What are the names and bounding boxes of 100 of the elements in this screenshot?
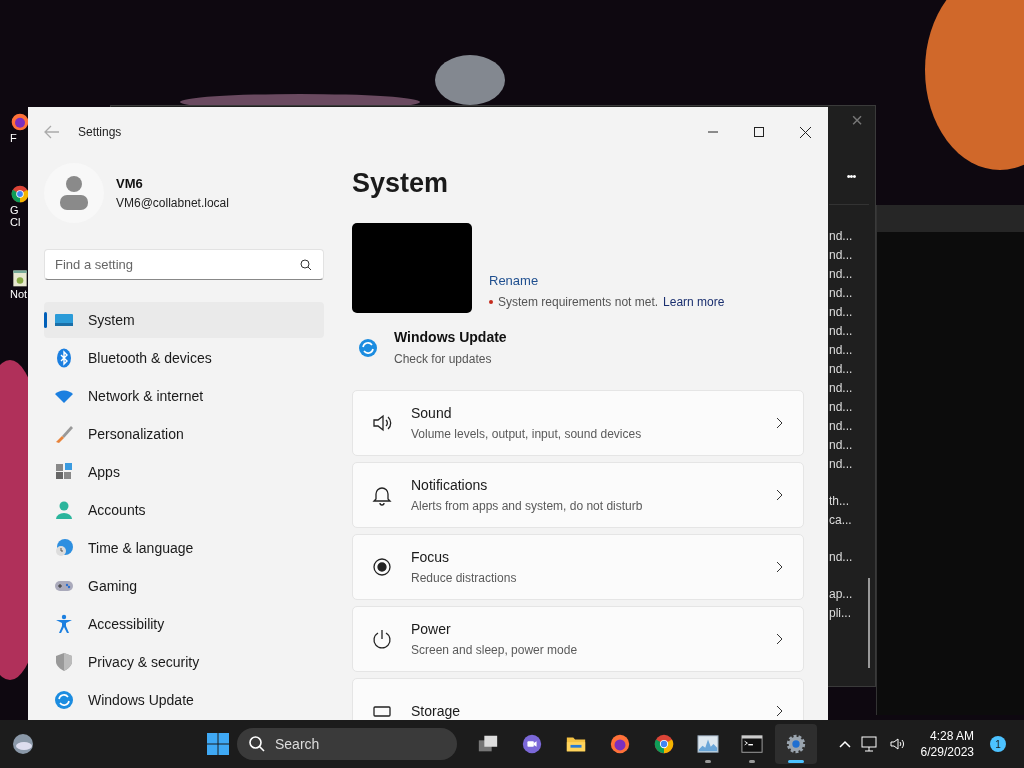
close-icon — [799, 126, 811, 138]
list-item-text: pli... — [829, 605, 852, 622]
list-item-text: nd... — [829, 228, 854, 245]
taskbar-search[interactable]: Search — [237, 728, 457, 760]
apps-grid-icon — [54, 462, 74, 482]
list-item-text: nd... — [829, 549, 854, 566]
bell-icon — [371, 484, 393, 506]
nav-item[interactable]: Time & language — [44, 530, 324, 566]
glass-bubble — [435, 55, 505, 105]
card-subtitle: Screen and sleep, power mode — [411, 642, 579, 659]
person-icon — [54, 500, 74, 520]
nav-item[interactable]: Privacy & security — [44, 644, 324, 680]
list-item-text: nd... — [829, 380, 854, 397]
settings-card[interactable]: Focus Reduce distractions — [352, 534, 804, 600]
list-item-text: nd... — [829, 342, 854, 359]
refresh-icon — [54, 690, 74, 710]
refresh-icon — [358, 337, 378, 358]
rename-link[interactable]: Rename — [489, 270, 725, 290]
firefox-icon — [609, 733, 631, 755]
globe-clock-icon — [54, 538, 74, 558]
bluetooth-icon — [54, 348, 74, 368]
user-name: VM6 — [116, 175, 144, 194]
requirement-text: System requirements not met. — [498, 294, 659, 311]
card-subtitle: Reduce distractions — [411, 570, 518, 587]
notification-badge[interactable]: 1 — [990, 736, 1006, 752]
card-subtitle: Alerts from apps and system, do not disturb — [411, 498, 644, 515]
cloud-icon[interactable] — [11, 732, 35, 756]
speaker-icon — [371, 412, 393, 434]
list-item-text: nd... — [829, 418, 854, 435]
accessibility-icon — [54, 614, 74, 634]
close-button[interactable]: × — [845, 108, 869, 132]
windows-logo-icon — [207, 733, 229, 755]
chart-window-icon — [697, 733, 719, 755]
power-icon — [371, 628, 393, 650]
list-item-text: ap... — [829, 586, 854, 603]
settings-card[interactable]: Notifications Alerts from apps and system, do not disturb — [352, 462, 804, 528]
focus-icon — [371, 556, 393, 578]
list-item-text: nd... — [829, 266, 854, 283]
page-title: System — [352, 167, 450, 200]
gear-icon — [785, 733, 807, 755]
maximize-icon — [754, 127, 764, 137]
list-item-text: nd... — [829, 399, 854, 416]
card-title: Notifications — [411, 476, 489, 495]
terminal-icon — [741, 733, 763, 755]
list-item-text: th... — [829, 493, 850, 510]
network-icon[interactable] — [860, 736, 879, 752]
nav-item[interactable]: Windows Update — [44, 682, 324, 718]
settings-card[interactable]: Storage — [352, 678, 804, 720]
search-icon — [300, 259, 312, 271]
card-title: Focus — [411, 548, 451, 567]
search-field[interactable]: Find a setting — [44, 249, 324, 280]
more-button[interactable]: ••• — [837, 164, 865, 188]
desktop-icon-label: F — [10, 132, 18, 144]
list-item-text: nd... — [829, 456, 854, 473]
selection-indicator — [44, 312, 47, 328]
card-title: Power — [411, 620, 452, 639]
nav-item[interactable]: System — [44, 302, 324, 338]
chrome-icon — [653, 733, 675, 755]
nav-item[interactable]: Gaming — [44, 568, 324, 604]
list-item-text: nd... — [829, 304, 854, 321]
list-item-text: nd... — [829, 247, 854, 264]
update-title[interactable]: Windows Update — [394, 327, 507, 348]
list-item-text: nd... — [829, 361, 854, 378]
chevron-right-icon — [776, 633, 783, 645]
nav-item[interactable]: Accessibility — [44, 606, 324, 642]
notepad-icon — [10, 268, 30, 288]
learn-more-link[interactable]: Learn more — [663, 293, 725, 311]
card-title: Storage — [411, 701, 462, 720]
nav-item[interactable]: Apps — [44, 454, 324, 490]
list-item-text: nd... — [829, 437, 854, 454]
volume-icon[interactable] — [888, 736, 905, 752]
card-title: Sound — [411, 404, 453, 423]
nav-item[interactable]: Network & internet — [44, 378, 324, 414]
chevron-right-icon — [776, 417, 783, 429]
user-email: VM6@collabnet.local — [116, 194, 229, 212]
update-subtitle: Check for updates — [394, 351, 493, 368]
settings-card[interactable]: Sound Volume levels, output, input, sound devices — [352, 390, 804, 456]
taskbar-app[interactable] — [775, 724, 817, 764]
list-item-text: nd... — [829, 285, 854, 302]
chevron-up-icon[interactable] — [838, 740, 851, 748]
brush-icon — [54, 424, 74, 444]
shield-icon — [54, 652, 74, 672]
chevron-right-icon — [776, 705, 783, 717]
running-indicator — [749, 760, 755, 763]
nav-item[interactable]: Bluetooth & devices — [44, 340, 324, 376]
running-indicator — [705, 760, 711, 763]
search-icon — [249, 736, 265, 752]
chevron-right-icon — [776, 489, 783, 501]
running-indicator — [788, 760, 804, 763]
desktop-icon-label: Not — [10, 288, 28, 300]
nav-item[interactable]: Accounts — [44, 492, 324, 528]
window-title: Settings — [78, 124, 122, 141]
settings-card[interactable]: Power Screen and sleep, power mode — [352, 606, 804, 672]
firefox-icon — [10, 112, 30, 132]
nav-item[interactable]: Personalization — [44, 416, 324, 452]
person-icon — [59, 175, 89, 211]
desktop-icon-label: G Cl — [10, 204, 22, 228]
video-chat-icon — [521, 733, 543, 755]
clock[interactable]: 4:28 AM 6/29/2023 — [920, 728, 974, 760]
list-item-text: ca... — [829, 512, 853, 529]
